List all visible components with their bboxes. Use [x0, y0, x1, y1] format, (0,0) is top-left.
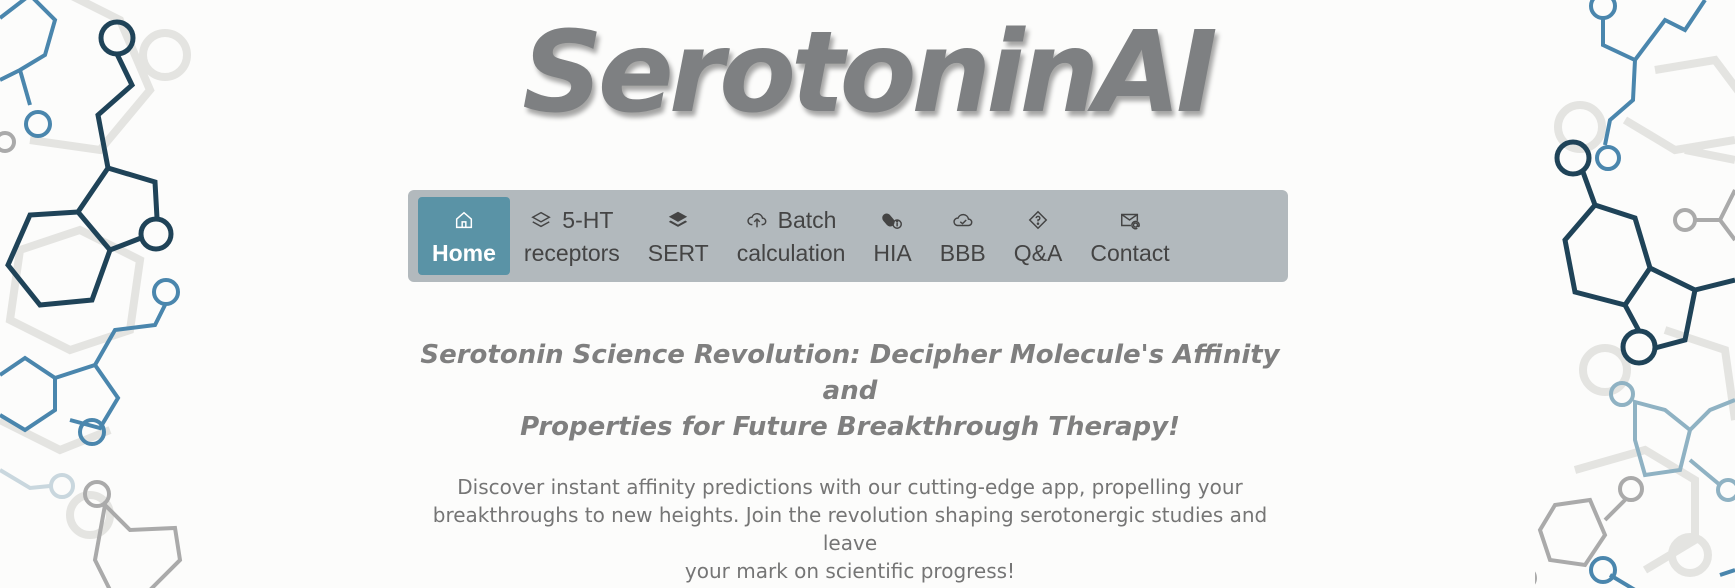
- nav-qa-label: Q&A: [1013, 240, 1063, 266]
- intro-line-2: breakthroughs to new heights. Join the r…: [432, 503, 1268, 555]
- intro-paragraph: Discover instant affinity predictions wi…: [410, 473, 1290, 585]
- intro-line-3: your mark on scientific progress!: [684, 559, 1016, 583]
- envelope-at-icon: [1121, 213, 1140, 230]
- nav-contact[interactable]: Contact: [1076, 197, 1183, 275]
- nav-5ht-label-bottom: receptors: [523, 240, 620, 266]
- hero-headline: Serotonin Science Revolution: Decipher M…: [420, 337, 1280, 445]
- main-navigation: Home 5-HT receptors SERT Batch calculati…: [408, 190, 1288, 282]
- nav-hia-label: HIA: [873, 240, 912, 266]
- nav-5ht-receptors[interactable]: 5-HT receptors: [510, 197, 634, 275]
- site-logo[interactable]: SerotoninAI: [0, 8, 1735, 138]
- nav-5ht-label-top: 5-HT: [562, 207, 614, 233]
- nav-batch-label-bottom: calculation: [736, 240, 846, 266]
- cloud-check-icon: [953, 213, 973, 227]
- nav-contact-label: Contact: [1090, 240, 1170, 266]
- nav-hia[interactable]: HIA: [859, 197, 925, 275]
- stack-icon: [669, 211, 688, 227]
- nav-home[interactable]: Home: [418, 197, 510, 275]
- nav-batch-label-top: Batch: [777, 207, 837, 233]
- capsule-info-icon: [881, 213, 902, 229]
- hero-headline-line-1: Serotonin Science Revolution: Decipher M…: [420, 340, 1280, 406]
- home-icon: [455, 211, 473, 229]
- question-diamond-icon: [1028, 210, 1048, 230]
- layers-icon: [531, 211, 552, 228]
- nav-bbb[interactable]: BBB: [926, 197, 1000, 275]
- hero-headline-line-2: Properties for Future Breakthrough Thera…: [520, 412, 1180, 442]
- nav-qa[interactable]: Q&A: [1000, 197, 1077, 275]
- cloud-upload-icon: [746, 212, 767, 228]
- nav-batch-calculation[interactable]: Batch calculation: [723, 197, 860, 275]
- nav-sert[interactable]: SERT: [634, 197, 723, 275]
- nav-home-label: Home: [432, 240, 496, 266]
- intro-line-1: Discover instant affinity predictions wi…: [457, 475, 1243, 499]
- nav-sert-label: SERT: [647, 240, 709, 266]
- nav-bbb-label: BBB: [939, 240, 986, 266]
